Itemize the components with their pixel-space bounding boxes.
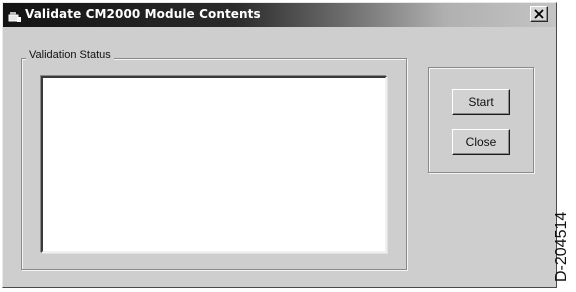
dialog-window: Validate CM2000 Module Contents Validati… (2, 2, 557, 288)
window-close-button[interactable] (530, 6, 548, 22)
figure-id-label: D-204514 (553, 211, 570, 282)
validation-status-textbox[interactable] (41, 76, 387, 253)
window-title: Validate CM2000 Module Contents (25, 7, 261, 21)
button-panel (428, 67, 534, 173)
close-button[interactable]: Close (452, 129, 510, 155)
title-bar[interactable]: Validate CM2000 Module Contents (3, 3, 556, 27)
start-button[interactable]: Start (452, 89, 510, 115)
close-x-icon (534, 9, 544, 19)
validation-status-label: Validation Status (26, 49, 114, 61)
app-window-icon[interactable] (8, 10, 22, 22)
